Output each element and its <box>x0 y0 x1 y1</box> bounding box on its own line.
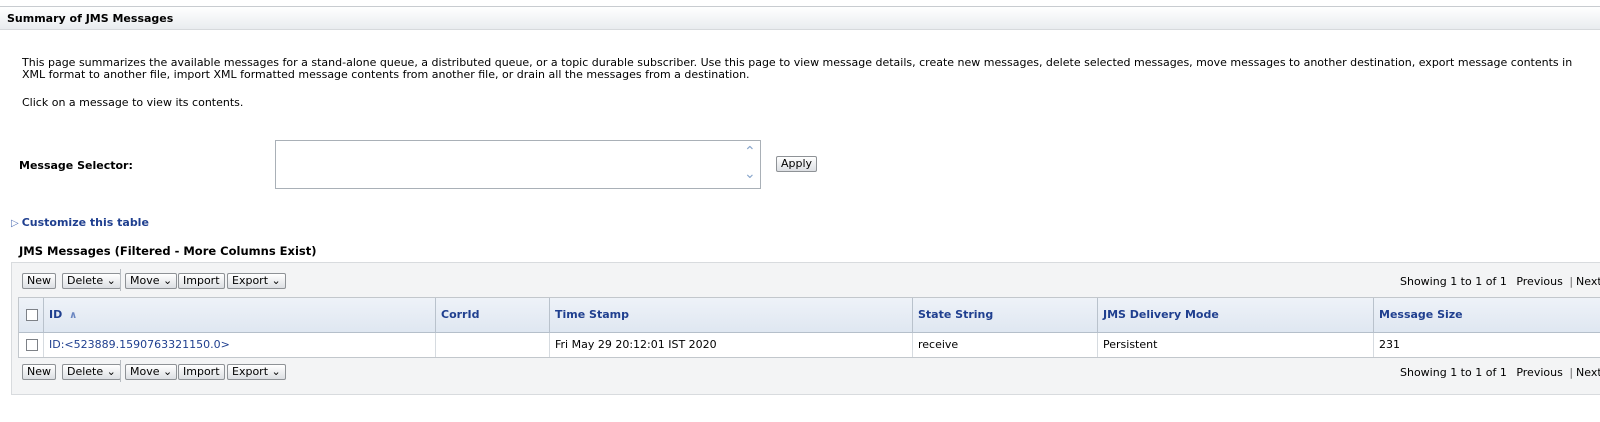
select-all-cell <box>19 298 44 332</box>
export-label: Export <box>232 274 269 287</box>
message-id-link[interactable]: ID:<523889.1590763321150.0> <box>49 338 230 351</box>
chevron-down-icon[interactable]: ⌄ <box>744 167 756 181</box>
toolbar-divider <box>120 360 121 382</box>
triangle-right-icon: ▷ <box>11 218 19 229</box>
pagination-top: Showing 1 to 1 of 1 Previous | Next <box>1400 275 1600 288</box>
row-select-cell <box>19 333 44 357</box>
export-button[interactable]: Export ⌄ <box>227 273 286 289</box>
table-header-row: ID ∧ CorrId Time Stamp State String JMS … <box>19 298 1600 333</box>
cell-message-size: 231 <box>1379 338 1400 351</box>
chevron-up-icon[interactable]: ⌃ <box>744 145 756 159</box>
chevron-down-icon: ⌄ <box>163 274 173 287</box>
delete-label: Delete <box>67 274 104 287</box>
apply-button[interactable]: Apply <box>776 156 818 172</box>
previous-link[interactable]: Previous <box>1516 366 1563 379</box>
customize-table-label: Customize this table <box>21 216 149 229</box>
cell-corrid <box>436 333 550 357</box>
move-button-bottom[interactable]: Move ⌄ <box>125 364 178 380</box>
chevron-down-icon: ⌄ <box>271 365 281 378</box>
chevron-down-icon: ⌄ <box>271 274 281 287</box>
chevron-down-icon: ⌄ <box>163 365 173 378</box>
column-header-corrid[interactable]: CorrId <box>436 298 550 332</box>
column-header-id[interactable]: ID ∧ <box>44 298 436 332</box>
page-description: This page summarizes the available messa… <box>22 56 1573 81</box>
column-header-delivery-mode[interactable]: JMS Delivery Mode <box>1098 298 1374 332</box>
import-button-bottom[interactable]: Import <box>178 364 225 380</box>
pagination-bottom: Showing 1 to 1 of 1 Previous | Next <box>1400 366 1600 379</box>
move-label: Move <box>130 274 160 287</box>
cell-delivery-mode: Persistent <box>1098 333 1374 357</box>
next-link[interactable]: Next <box>1576 275 1600 288</box>
chevron-down-icon: ⌄ <box>106 365 116 378</box>
move-label: Move <box>130 365 160 378</box>
message-selector-label: Message Selector: <box>19 159 133 172</box>
instruction-text: Click on a message to view its contents. <box>22 96 244 109</box>
previous-link[interactable]: Previous <box>1516 275 1563 288</box>
sort-ascending-icon[interactable]: ∧ <box>69 310 77 321</box>
column-header-state-string[interactable]: State String <box>913 298 1098 332</box>
export-label: Export <box>232 365 269 378</box>
chevron-down-icon: ⌄ <box>106 274 116 287</box>
next-link[interactable]: Next <box>1576 366 1600 379</box>
page-header: Summary of JMS Messages <box>0 6 1600 30</box>
column-header-message-size[interactable]: Message Size <box>1374 298 1600 332</box>
column-header-id-label: ID <box>49 308 63 321</box>
showing-text: Showing 1 to 1 of 1 <box>1400 275 1507 288</box>
table-caption: JMS Messages (Filtered - More Columns Ex… <box>19 244 317 258</box>
page-title: Summary of JMS Messages <box>7 12 174 25</box>
import-button[interactable]: Import <box>178 273 225 289</box>
jms-messages-table: ID ∧ CorrId Time Stamp State String JMS … <box>18 297 1600 358</box>
row-checkbox[interactable] <box>26 339 38 351</box>
delete-label: Delete <box>67 365 104 378</box>
message-selector-input[interactable] <box>275 140 761 189</box>
cell-timestamp: Fri May 29 20:12:01 IST 2020 <box>550 333 913 357</box>
pagination-divider: | <box>1569 366 1574 379</box>
new-button-bottom[interactable]: New <box>22 364 56 380</box>
export-button-bottom[interactable]: Export ⌄ <box>227 364 286 380</box>
toolbar-divider <box>120 269 121 291</box>
showing-text: Showing 1 to 1 of 1 <box>1400 366 1507 379</box>
column-header-timestamp[interactable]: Time Stamp <box>550 298 913 332</box>
select-all-checkbox[interactable] <box>26 309 38 321</box>
customize-table-link[interactable]: ▷ Customize this table <box>11 216 149 229</box>
new-button[interactable]: New <box>22 273 56 289</box>
cell-id: ID:<523889.1590763321150.0> <box>44 333 436 357</box>
delete-button-bottom[interactable]: Delete ⌄ <box>62 364 121 380</box>
pagination-divider: | <box>1569 275 1574 288</box>
move-button[interactable]: Move ⌄ <box>125 273 178 289</box>
delete-button[interactable]: Delete ⌄ <box>62 273 121 289</box>
cell-state: receive <box>913 333 1098 357</box>
